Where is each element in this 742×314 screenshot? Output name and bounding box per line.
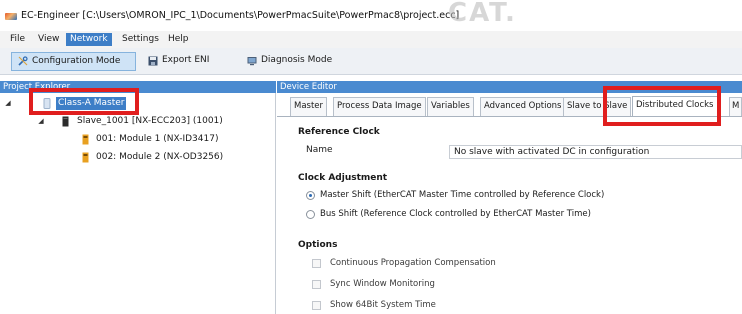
export-eni-button[interactable]: Export ENI [148,52,228,71]
module-icon [82,134,89,145]
tab-master[interactable]: Master [290,97,328,116]
master-shift-radio[interactable] [306,191,315,200]
menu-settings[interactable]: Settings [118,33,163,46]
options-title: Options [298,240,338,250]
tab-advanced-options[interactable]: Advanced Options [480,97,566,116]
device-editor-tabs: Master Process Data Image Variables Adva… [277,96,742,117]
tab-more[interactable]: M [729,97,742,116]
tree-module-label: 002: Module 2 (NX-OD3256) [96,152,224,162]
reference-clock-name-field[interactable]: No slave with activated DC in configurat… [449,145,742,159]
slave-device-icon [62,116,69,127]
reference-clock-name-label: Name [306,145,333,155]
project-explorer-tree: ◢ Class-A Master ◢ Slave_1001 [NX-ECC203… [0,93,276,314]
show-64bit-label: Show 64Bit System Time [330,300,436,310]
menu-file[interactable]: File [6,33,29,46]
reference-clock-title: Reference Clock [298,127,380,137]
clock-adjustment-title: Clock Adjustment [298,173,388,183]
menu-network[interactable]: Network [66,33,112,46]
save-disk-icon [148,56,158,66]
tab-process-data-image[interactable]: Process Data Image [333,97,426,116]
export-eni-label: Export ENI [162,55,210,65]
background-window-text: CAT. [448,0,517,28]
tree-slave-label: Slave_1001 [NX-ECC203] (1001) [77,116,223,126]
collapse-arrow-icon[interactable]: ◢ [4,97,12,110]
diagnosis-mode-button[interactable]: Diagnosis Mode [247,52,357,71]
tree-item-slave[interactable]: ◢ Slave_1001 [NX-ECC203] (1001) [0,115,276,128]
continuous-propagation-label: Continuous Propagation Compensation [330,258,496,268]
wrench-screwdriver-icon [18,56,28,66]
title-bar: EC-Engineer [C:\Users\OMRON_IPC_1\Docume… [0,0,742,31]
menu-view[interactable]: View [34,33,63,46]
tree-master-label: Class-A Master [56,97,127,110]
show-64bit-checkbox[interactable] [312,301,321,310]
bus-shift-radio[interactable] [306,210,315,219]
tree-item-master[interactable]: ◢ Class-A Master [0,97,276,110]
diagnosis-monitor-icon [247,57,257,66]
sync-window-checkbox[interactable] [312,280,321,289]
project-explorer-header: Project Explorer [0,81,276,93]
device-editor-header: Device Editor [277,81,742,93]
window-title: EC-Engineer [C:\Users\OMRON_IPC_1\Docume… [21,10,460,21]
tab-distributed-clocks[interactable]: Distributed Clocks [632,96,718,116]
collapse-arrow-icon[interactable]: ◢ [37,115,45,128]
master-icon [43,98,51,109]
tree-item-module[interactable]: 002: Module 2 (NX-OD3256) [0,151,276,164]
configuration-mode-button[interactable]: Configuration Mode [11,52,136,71]
diagnosis-mode-label: Diagnosis Mode [261,55,333,65]
tree-module-label: 001: Module 1 (NX-ID3417) [96,134,219,144]
configuration-mode-label: Configuration Mode [32,56,121,66]
master-shift-label: Master Shift (EtherCAT Master Time contr… [320,190,605,200]
module-icon [82,152,89,163]
app-logo-icon [5,13,17,20]
bus-shift-label: Bus Shift (Reference Clock controlled by… [320,209,591,219]
sync-window-label: Sync Window Monitoring [330,279,435,289]
tree-item-module[interactable]: 001: Module 1 (NX-ID3417) [0,133,276,146]
toolbar: Configuration Mode Export ENI Diagnosis … [0,48,742,75]
tab-variables[interactable]: Variables [427,97,474,116]
tab-slave-to-slave[interactable]: Slave to Slave [563,97,632,116]
continuous-propagation-checkbox[interactable] [312,259,321,268]
menu-bar: File View Network Settings Help [0,31,742,48]
menu-help[interactable]: Help [164,33,193,46]
